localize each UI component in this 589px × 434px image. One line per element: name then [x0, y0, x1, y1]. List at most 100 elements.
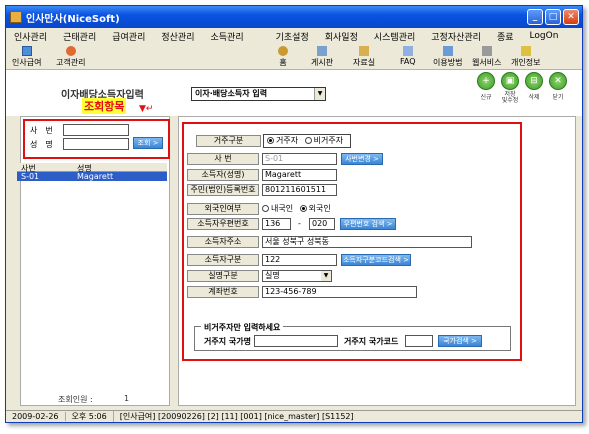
close-button[interactable]: ✕ 닫기 — [548, 72, 568, 101]
address-input[interactable]: 서울 성북구 성북동 — [262, 236, 472, 248]
country-code-input[interactable] — [405, 335, 433, 347]
nonresident-option-label: 비거주자 — [313, 136, 344, 145]
toolbar-customer[interactable]: 고객관리 — [56, 46, 85, 68]
help-icon — [442, 46, 453, 56]
menu-schedule[interactable]: 회사일정 — [317, 30, 366, 43]
list-count-label: 조회인원 : — [58, 395, 93, 404]
maximize-button[interactable]: □ — [545, 9, 561, 25]
zip-first-input[interactable]: 136 — [262, 218, 291, 230]
window-title: 인사만사(NiceSoft) — [26, 13, 120, 25]
nonresident-legend: 비거주자만 입력하세요 — [201, 322, 284, 333]
list-item-code: S-01 — [21, 172, 40, 181]
zip-search-button[interactable]: 우편번호 검색 > — [340, 218, 396, 230]
save-label: 저장 및수정 — [501, 91, 519, 104]
toolbar-home[interactable]: 홈 — [278, 46, 288, 68]
domestic-radio[interactable] — [262, 205, 269, 212]
toolbar-privacy[interactable]: 개인정보 — [511, 46, 540, 68]
new-button[interactable]: + 신규 — [476, 72, 496, 101]
search-code-input[interactable] — [63, 124, 129, 136]
emp-no-change-button[interactable]: 사번변경 > — [341, 153, 383, 165]
list-header-code: 사번 — [21, 164, 36, 173]
toolbar-label: 홈 — [279, 58, 287, 67]
toolbar-label: 자료실 — [353, 58, 376, 67]
menu-fixed-assets[interactable]: 고정자산관리 — [423, 30, 489, 43]
menu-income[interactable]: 소득관리 — [203, 30, 252, 43]
toolbar-archive[interactable]: 자료실 — [353, 46, 375, 68]
resident-type-label: 거주구분 — [196, 135, 261, 147]
status-session: [인사급여] [20090226] [2] [11] [001] [nice_m… — [119, 412, 354, 421]
toolbar-faq[interactable]: FAQ — [400, 46, 416, 66]
domestic-option-label: 내국인 — [271, 204, 294, 213]
toolbar-label: 웹서비스 — [472, 58, 502, 67]
menu-payroll[interactable]: 급여관리 — [104, 30, 153, 43]
toolbar-board[interactable]: 게시판 — [311, 46, 333, 68]
save-button[interactable]: ▣ 저장 및수정 — [500, 72, 520, 104]
page-header: 이자배당소득자입력 조회항목 ▼↵ 이자·배당소득자 입력 ▼ + 신규 ▣ 저… — [6, 70, 582, 116]
country-name-label: 거주지 국가명 — [204, 337, 251, 346]
menu-attendance[interactable]: 근태관리 — [55, 30, 104, 43]
menu-system[interactable]: 시스템관리 — [366, 30, 423, 43]
home-icon — [278, 46, 288, 56]
real-name-label: 실명구분 — [187, 270, 259, 282]
menu-logon[interactable]: LogOn — [522, 31, 567, 41]
income-type-search-button[interactable]: 소득자구분코드검색 > — [341, 254, 411, 266]
resident-option-label: 거주자 — [276, 136, 299, 145]
emp-no-input[interactable]: S-01 — [262, 153, 337, 165]
privacy-icon — [520, 46, 531, 56]
customer-icon — [65, 46, 76, 56]
board-icon — [317, 46, 328, 56]
page-select[interactable]: 이자·배당소득자 입력 ▼ — [191, 87, 326, 101]
list-item[interactable]: S-01 Magarett — [17, 172, 167, 181]
menu-exit[interactable]: 종료 — [489, 30, 522, 43]
resident-type-group: 거주자 비거주자 — [263, 134, 351, 148]
menu-settlement[interactable]: 정산관리 — [153, 30, 202, 43]
chevron-down-icon[interactable]: ▼ — [321, 271, 331, 281]
emp-no-label: 사 번 — [187, 153, 259, 165]
real-name-select[interactable]: 실명 ▼ — [262, 270, 332, 282]
archive-icon — [359, 46, 370, 56]
title-bar: 인사만사(NiceSoft) _ □ ✕ — [6, 6, 582, 28]
foreign-radio[interactable] — [299, 205, 307, 212]
page-select-value: 이자·배당소득자 입력 — [195, 89, 268, 98]
real-name-select-value: 실명 — [265, 271, 280, 280]
chevron-down-icon[interactable]: ▼ — [314, 88, 325, 100]
foreigner-label: 외국인여부 — [187, 203, 259, 215]
toolbar-label: 이용방법 — [433, 58, 463, 67]
payroll-icon — [21, 46, 32, 56]
resident-radio[interactable] — [267, 137, 274, 144]
name-input[interactable]: Magarett — [262, 169, 337, 181]
menu-hr[interactable]: 인사관리 — [6, 30, 55, 43]
toolbar-label: FAQ — [400, 57, 416, 66]
zip-separator: - — [298, 219, 301, 228]
income-type-input[interactable]: 122 — [262, 254, 337, 266]
close-icon: ✕ — [549, 72, 567, 90]
search-name-input[interactable] — [63, 138, 129, 150]
search-button[interactable]: 조회 > — [133, 137, 163, 149]
country-search-button[interactable]: 국가검색 > — [438, 335, 482, 347]
app-icon — [10, 11, 22, 23]
toolbar: 인사급여 고객관리 홈 게시판 자료실 FAQ 이용방법 웹서비스 개인정보 — [6, 44, 582, 70]
save-icon: ▣ — [501, 72, 519, 90]
toolbar-label: 고객관리 — [56, 58, 86, 67]
zip-second-input[interactable]: 020 — [309, 218, 335, 230]
menu-bar: 인사관리 근태관리 급여관리 정산관리 소득관리 기초설정 회사일정 시스템관리… — [6, 28, 582, 44]
close-window-button[interactable]: ✕ — [563, 9, 579, 25]
status-date: 2009-02-26 — [6, 412, 66, 421]
annotation-arrow-icon: ▼↵ — [139, 104, 154, 114]
minimize-button[interactable]: _ — [527, 9, 543, 25]
country-name-input[interactable] — [254, 335, 338, 347]
nonresident-radio[interactable] — [304, 137, 312, 144]
delete-button[interactable]: ⊟ 삭제 — [524, 72, 544, 101]
search-annotation: 조회항목 — [82, 98, 127, 114]
toolbar-label: 개인정보 — [511, 58, 541, 67]
web-icon — [481, 46, 492, 56]
menu-basic-settings[interactable]: 기초설정 — [268, 30, 317, 43]
reg-no-input[interactable]: 801211601511 — [262, 184, 337, 196]
name-label: 소득자(성명) — [187, 169, 259, 181]
toolbar-web[interactable]: 웹서비스 — [472, 46, 501, 68]
toolbar-payroll[interactable]: 인사급여 — [12, 46, 41, 68]
status-time: 오후 5:06 — [66, 411, 114, 422]
new-label: 신규 — [480, 94, 492, 101]
toolbar-howto[interactable]: 이용방법 — [433, 46, 462, 68]
account-input[interactable]: 123-456-789 — [262, 286, 417, 298]
